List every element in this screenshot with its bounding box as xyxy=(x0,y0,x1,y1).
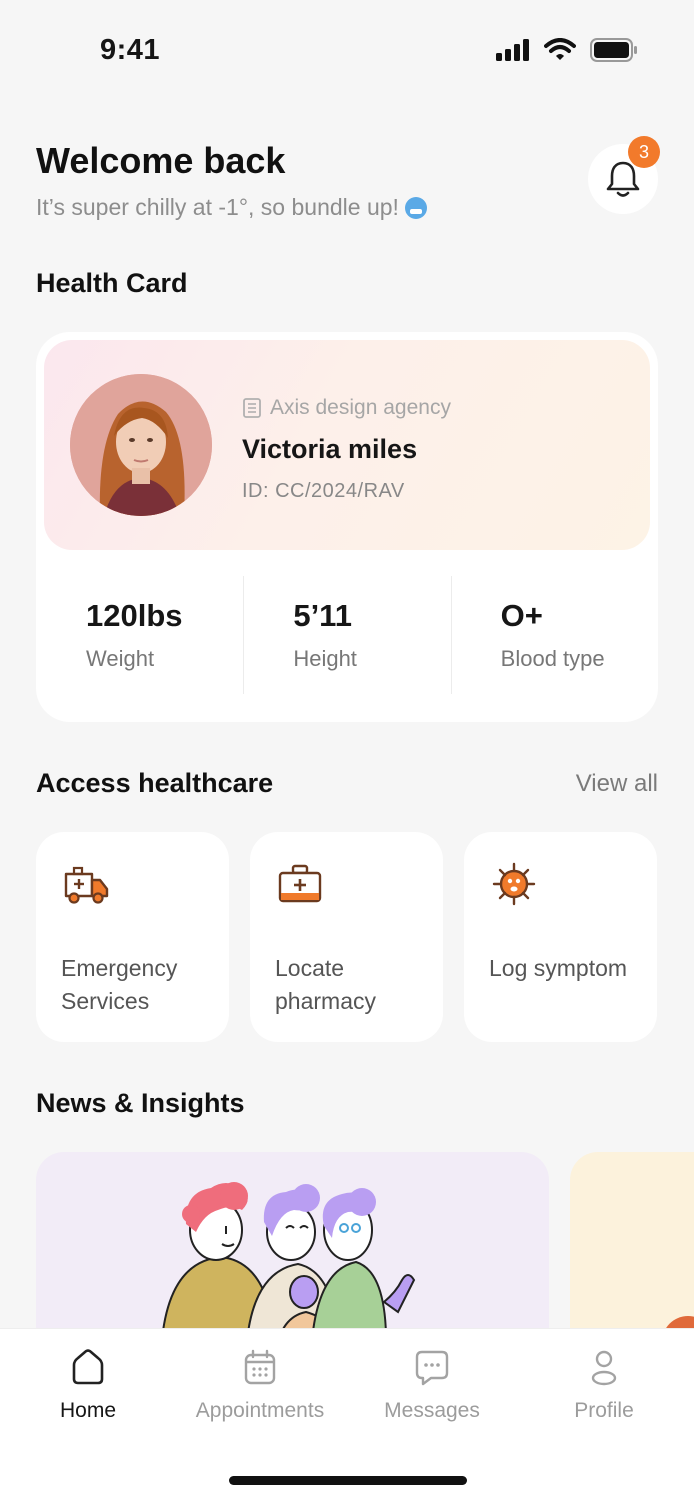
building-icon xyxy=(243,398,261,418)
stat-label: Height xyxy=(293,646,357,671)
weather-subtitle-text: It’s super chilly at -1°, so bundle up! xyxy=(36,194,399,220)
news-illustration-2 xyxy=(662,1316,694,1352)
health-card-header: Axis design agency Victoria miles ID: CC… xyxy=(44,340,650,550)
log-symptom-tile[interactable]: Log symptom xyxy=(464,832,657,1042)
stat-height: 5’11 Height xyxy=(243,576,450,694)
access-healthcare-title: Access healthcare xyxy=(36,768,274,798)
cellular-signal-icon xyxy=(496,39,529,61)
stat-label: Weight xyxy=(86,646,155,671)
locate-pharmacy-tile[interactable]: Locate pharmacy xyxy=(250,832,443,1042)
home-icon xyxy=(72,1349,104,1385)
bottom-tab-bar: Home Appointments Messages Profile xyxy=(0,1328,694,1500)
member-id: ID: CC/2024/RAV xyxy=(242,480,405,502)
news-insights-title: News & Insights xyxy=(36,1088,245,1118)
tile-label: Locate pharmacy xyxy=(275,955,376,1014)
organization-name: Axis design agency xyxy=(270,396,451,419)
stat-weight: 120lbs Weight xyxy=(36,576,243,694)
tile-label: Emergency Services xyxy=(61,955,178,1014)
notification-badge: 3 xyxy=(628,136,660,168)
weather-subtitle: It’s super chilly at -1°, so bundle up! xyxy=(36,194,658,221)
wifi-icon xyxy=(544,38,576,60)
news-card[interactable] xyxy=(36,1152,549,1352)
chat-icon xyxy=(415,1350,449,1386)
tile-label: Log symptom xyxy=(489,955,628,981)
tab-label: Profile xyxy=(574,1399,634,1422)
patient-name: Victoria miles xyxy=(242,434,418,464)
health-stats: 120lbs Weight 5’11 Height O+ Blood type xyxy=(36,576,658,694)
stat-blood-type: O+ Blood type xyxy=(450,576,658,694)
tab-label: Home xyxy=(59,1399,117,1422)
tab-label: Messages xyxy=(384,1399,480,1422)
tab-appointments[interactable]: Appointments xyxy=(174,1347,346,1423)
tab-profile[interactable]: Profile xyxy=(518,1347,690,1423)
first-aid-kit-icon xyxy=(278,864,322,903)
health-card-title: Health Card xyxy=(36,268,188,298)
calendar-icon xyxy=(244,1349,276,1385)
notifications-button[interactable]: 3 xyxy=(588,136,660,214)
emergency-services-tile[interactable]: Emergency Services xyxy=(36,832,229,1042)
person-icon xyxy=(591,1350,617,1386)
tab-messages[interactable]: Messages xyxy=(346,1347,518,1423)
home-indicator[interactable] xyxy=(229,1476,467,1485)
header: Welcome back It’s super chilly at -1°, s… xyxy=(36,140,658,221)
status-bar: 9:41 xyxy=(0,0,694,100)
tab-home[interactable]: Home xyxy=(2,1347,174,1423)
news-illustration xyxy=(159,1182,416,1352)
ambulance-icon xyxy=(64,866,109,904)
avatar xyxy=(70,374,212,516)
stat-label: Blood type xyxy=(500,646,605,671)
stat-value: 5’11 xyxy=(293,598,352,633)
stat-value: O+ xyxy=(500,598,543,633)
stat-value: 120lbs xyxy=(86,598,183,633)
tab-label: Appointments xyxy=(195,1399,325,1422)
view-all-link[interactable]: View all xyxy=(576,770,658,798)
page-title: Welcome back xyxy=(36,140,286,181)
health-card[interactable]: Axis design agency Victoria miles ID: CC… xyxy=(36,332,658,722)
status-icons xyxy=(496,38,638,62)
status-time: 9:41 xyxy=(100,34,161,66)
news-card-2[interactable] xyxy=(570,1152,694,1352)
access-tiles: Emergency Services Locate pharmacy Log s… xyxy=(36,832,658,1042)
battery-icon xyxy=(590,38,637,62)
virus-icon xyxy=(492,862,536,906)
organization: Axis design agency xyxy=(242,396,451,420)
cold-face-icon xyxy=(404,196,427,219)
